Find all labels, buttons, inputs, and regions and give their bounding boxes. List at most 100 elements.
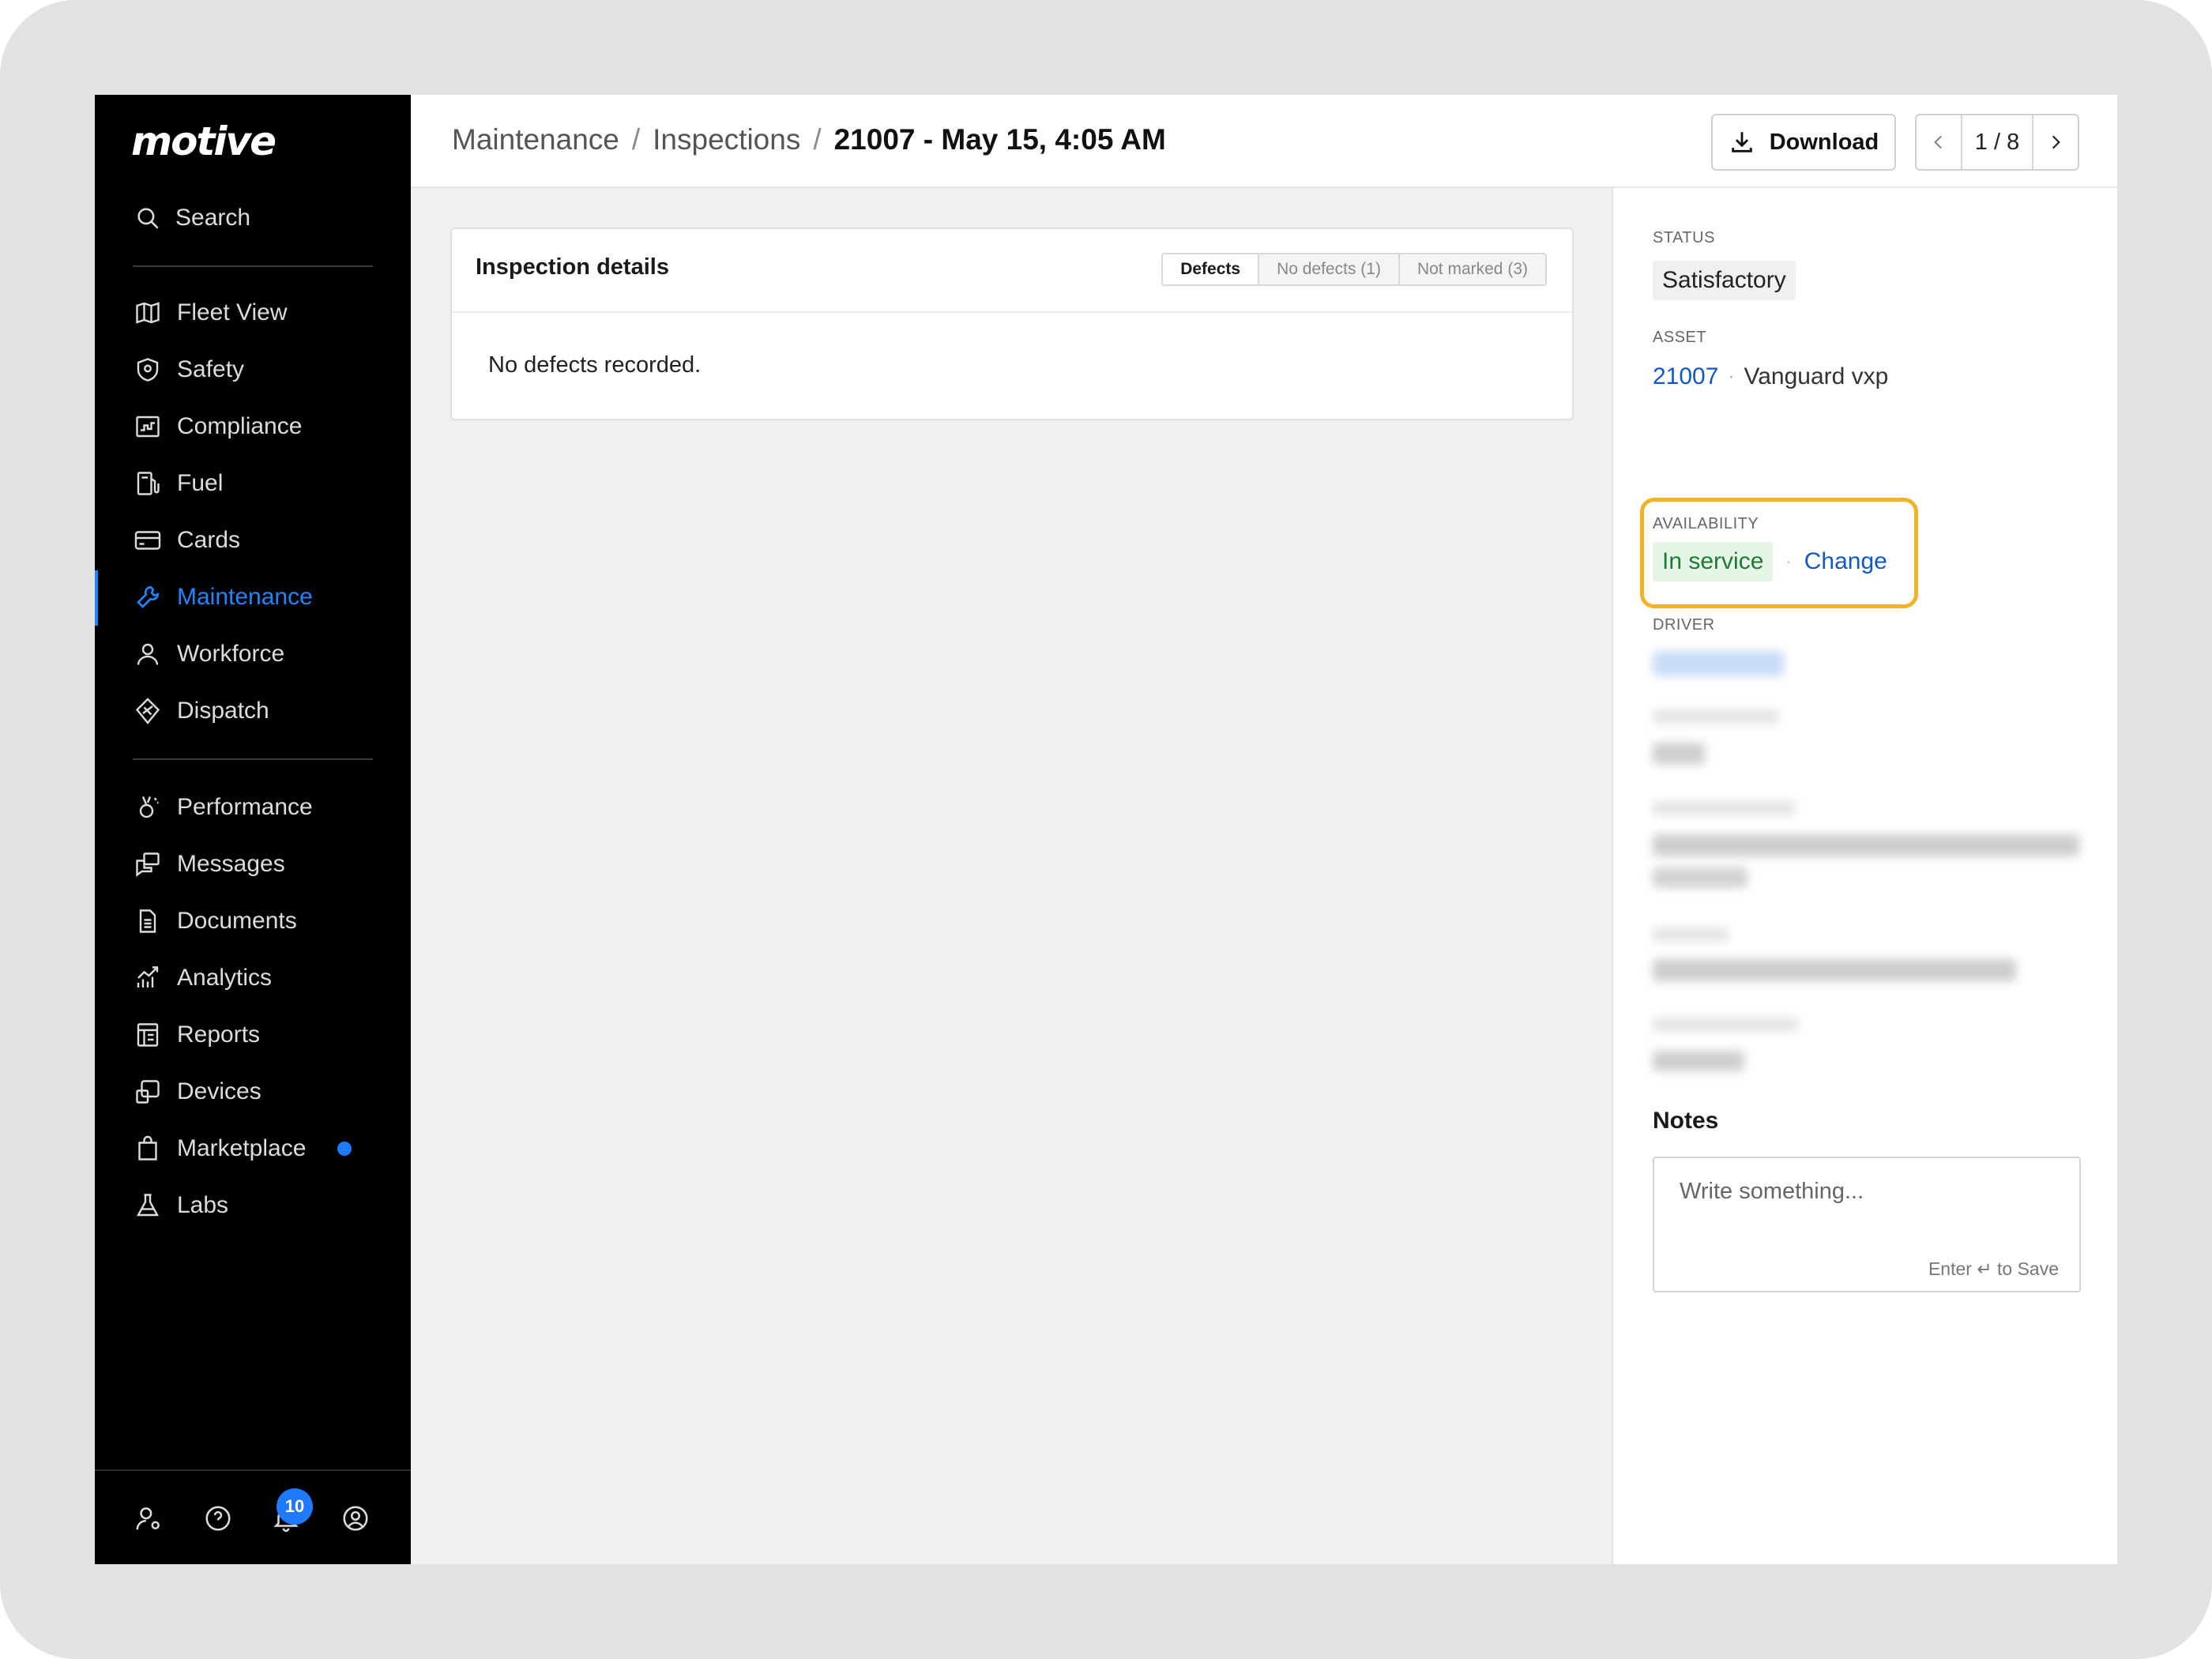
- shield-icon: [133, 355, 163, 385]
- sidebar-item-safety[interactable]: Safety: [133, 349, 386, 390]
- sidebar-item-label: Devices: [177, 1078, 261, 1104]
- analytics-icon: [133, 963, 163, 993]
- credit-card-icon: [133, 525, 163, 555]
- sidebar-item-label: Maintenance: [177, 584, 313, 610]
- sidebar-item-labs[interactable]: Labs: [133, 1185, 386, 1226]
- devices-icon: [133, 1077, 163, 1107]
- sidebar-item-label: Performance: [177, 794, 313, 820]
- redacted-field-value: [1653, 867, 1747, 888]
- sidebar-item-messages[interactable]: Messages: [133, 844, 386, 885]
- download-button[interactable]: Download: [1711, 114, 1896, 171]
- asset-name: Vanguard vxp: [1744, 363, 1889, 389]
- sidebar-search[interactable]: Search: [134, 201, 250, 235]
- filter-defects[interactable]: Defects: [1163, 254, 1258, 284]
- sidebar-item-label: Marketplace: [177, 1135, 307, 1161]
- fuel-icon: [133, 468, 163, 498]
- filter-no-defects[interactable]: No defects (1): [1258, 254, 1398, 284]
- notes-input[interactable]: Write something... Enter ↵ to Save: [1653, 1157, 2081, 1292]
- sidebar-item-workforce[interactable]: Workforce: [133, 634, 386, 675]
- availability-row: In service · Change: [1653, 542, 1887, 581]
- sidebar-divider: [133, 265, 373, 267]
- notification-badge: 10: [276, 1488, 313, 1525]
- sidebar-item-fleet-view[interactable]: Fleet View: [133, 292, 386, 333]
- asset-id-link[interactable]: 21007: [1653, 363, 1718, 390]
- user-settings-icon[interactable]: [133, 1503, 164, 1534]
- sidebar-item-compliance[interactable]: Compliance: [133, 406, 386, 447]
- redacted-driver-name: [1653, 651, 1784, 676]
- notes-save-hint: Enter ↵ to Save: [1928, 1258, 2059, 1279]
- flask-icon: [133, 1191, 163, 1221]
- chevron-left-icon[interactable]: [1917, 115, 1961, 169]
- redacted-field-label: [1653, 709, 1779, 724]
- sidebar-item-reports[interactable]: Reports: [133, 1014, 386, 1055]
- details-panel: STATUS Satisfactory ASSET 21007 · Vangua…: [1612, 188, 2117, 1564]
- notes-title: Notes: [1653, 1108, 1719, 1134]
- driver-label: DRIVER: [1653, 616, 1715, 634]
- page-header: Maintenance / Inspections / 21007 - May …: [411, 95, 2117, 188]
- change-availability-link[interactable]: Change: [1804, 548, 1887, 575]
- sidebar-item-fuel[interactable]: Fuel: [133, 463, 386, 504]
- pager-count: 1 / 8: [1961, 115, 2033, 169]
- messages-icon: [133, 849, 163, 879]
- inspection-details-card: Inspection details Defects No defects (1…: [450, 228, 1574, 420]
- sidebar-item-cards[interactable]: Cards: [133, 520, 386, 561]
- breadcrumb: Maintenance / Inspections / 21007 - May …: [452, 123, 1166, 156]
- download-icon: [1729, 129, 1755, 156]
- status-label: STATUS: [1653, 229, 1715, 246]
- card-divider: [452, 311, 1572, 313]
- sidebar-item-label: Documents: [177, 908, 297, 934]
- separator-dot: ·: [1785, 551, 1792, 571]
- sidebar-item-performance[interactable]: Performance: [133, 787, 386, 828]
- search-icon: [134, 205, 161, 231]
- dispatch-icon: [133, 696, 163, 726]
- sidebar-item-label: Workforce: [177, 641, 285, 667]
- record-pager: 1 / 8: [1915, 114, 2079, 171]
- sidebar-item-label: Reports: [177, 1021, 261, 1048]
- asset-label: ASSET: [1653, 329, 1707, 346]
- sidebar-item-label: Messages: [177, 851, 285, 877]
- sidebar-item-label: Analytics: [177, 965, 273, 991]
- sidebar-item-devices[interactable]: Devices: [133, 1071, 386, 1112]
- sidebar-item-label: Fleet View: [177, 299, 288, 325]
- breadcrumb-separator: /: [813, 123, 822, 156]
- empty-state-message: No defects recorded.: [488, 352, 702, 378]
- reports-icon: [133, 1020, 163, 1050]
- filter-not-marked[interactable]: Not marked (3): [1398, 254, 1545, 284]
- active-indicator: [95, 570, 98, 626]
- sidebar-item-documents[interactable]: Documents: [133, 901, 386, 942]
- wrench-icon: [133, 582, 163, 612]
- availability-label: AVAILABILITY: [1653, 515, 1759, 532]
- sidebar-item-label: Labs: [177, 1192, 229, 1218]
- download-label: Download: [1769, 129, 1879, 155]
- medal-icon: [133, 792, 163, 822]
- sidebar-item-maintenance[interactable]: Maintenance: [133, 577, 386, 618]
- sidebar-footer: 10: [95, 1469, 411, 1564]
- shopping-bag-icon: [133, 1134, 163, 1164]
- sidebar-item-marketplace[interactable]: Marketplace: [133, 1128, 386, 1169]
- sidebar-item-analytics[interactable]: Analytics: [133, 957, 386, 999]
- sidebar-item-dispatch[interactable]: Dispatch: [133, 690, 386, 732]
- sidebar-item-label: Compliance: [177, 413, 303, 439]
- breadcrumb-separator: /: [631, 123, 641, 156]
- search-label: Search: [175, 205, 251, 231]
- sidebar-item-label: Dispatch: [177, 698, 269, 724]
- motive-logo[interactable]: motive: [131, 118, 276, 164]
- redacted-field-value: [1653, 834, 2079, 856]
- page-title: 21007 - May 15, 4:05 AM: [833, 123, 1166, 156]
- map-icon: [133, 298, 163, 328]
- asset-row: 21007 · Vanguard vxp: [1653, 363, 1888, 390]
- help-icon[interactable]: [202, 1503, 234, 1534]
- breadcrumb-inspections[interactable]: Inspections: [653, 123, 800, 156]
- redacted-field-value: [1653, 1051, 1744, 1071]
- account-icon[interactable]: [340, 1503, 371, 1534]
- compliance-icon: [133, 412, 163, 442]
- notes-placeholder: Write something...: [1680, 1179, 1864, 1204]
- redacted-field-label: [1653, 801, 1795, 815]
- separator-dot: ·: [1728, 366, 1735, 387]
- breadcrumb-maintenance[interactable]: Maintenance: [452, 123, 619, 156]
- sidebar-divider: [133, 758, 373, 760]
- screenshot-frame: motive Search Fleet View Safety Complian…: [0, 0, 2212, 1659]
- document-icon: [133, 906, 163, 936]
- new-indicator-dot: [337, 1142, 352, 1156]
- chevron-right-icon[interactable]: [2033, 115, 2078, 169]
